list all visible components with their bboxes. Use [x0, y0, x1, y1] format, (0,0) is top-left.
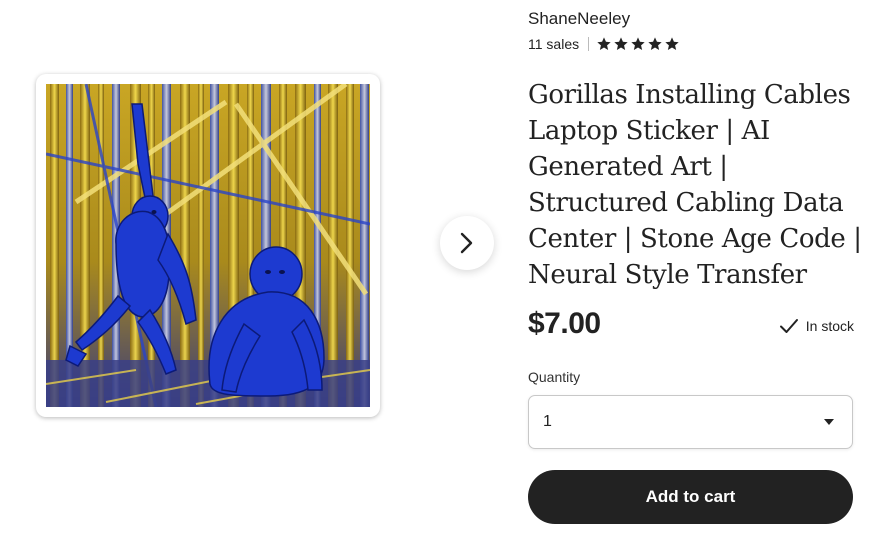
stock-status: In stock — [779, 318, 854, 334]
quantity-selected-value: 1 — [543, 413, 552, 430]
listing-title-line: Neural Style Transfer — [528, 260, 807, 290]
listing-image-gallery — [0, 0, 510, 544]
star-icon — [597, 37, 611, 50]
listing-title-line: Structured Cabling Data — [528, 188, 844, 218]
star-icon — [631, 37, 645, 50]
listing-title-line: Generated Art | — [528, 152, 728, 182]
listing-title-line: Laptop Sticker | AI — [528, 116, 770, 146]
next-image-button[interactable] — [440, 216, 494, 270]
divider — [588, 37, 590, 51]
quantity-select[interactable]: 1 — [528, 395, 853, 449]
listing-title-line: Center | Stone Age Code | — [528, 224, 862, 254]
stock-status-label: In stock — [805, 318, 854, 334]
gorillas-artwork-image — [46, 84, 370, 407]
star-icon — [665, 37, 679, 50]
star-icon — [648, 37, 662, 50]
shop-sales-rating: 11 sales — [528, 36, 680, 52]
sticker-product-image[interactable] — [36, 74, 380, 417]
listing-title: Gorillas Installing Cables Laptop Sticke… — [528, 77, 862, 293]
star-icon — [614, 37, 628, 50]
sales-count: 11 sales — [528, 36, 580, 52]
caret-down-icon — [824, 419, 834, 425]
chevron-right-icon — [460, 232, 473, 254]
add-to-cart-button[interactable]: Add to cart — [528, 470, 853, 524]
quantity-label: Quantity — [528, 369, 581, 385]
rating-stars[interactable] — [596, 36, 680, 52]
listing-title-line: Gorillas Installing Cables — [528, 80, 851, 110]
price: $7.00 — [528, 307, 601, 340]
check-icon — [779, 319, 798, 333]
shop-name-link[interactable]: ShaneNeeley — [528, 9, 630, 29]
